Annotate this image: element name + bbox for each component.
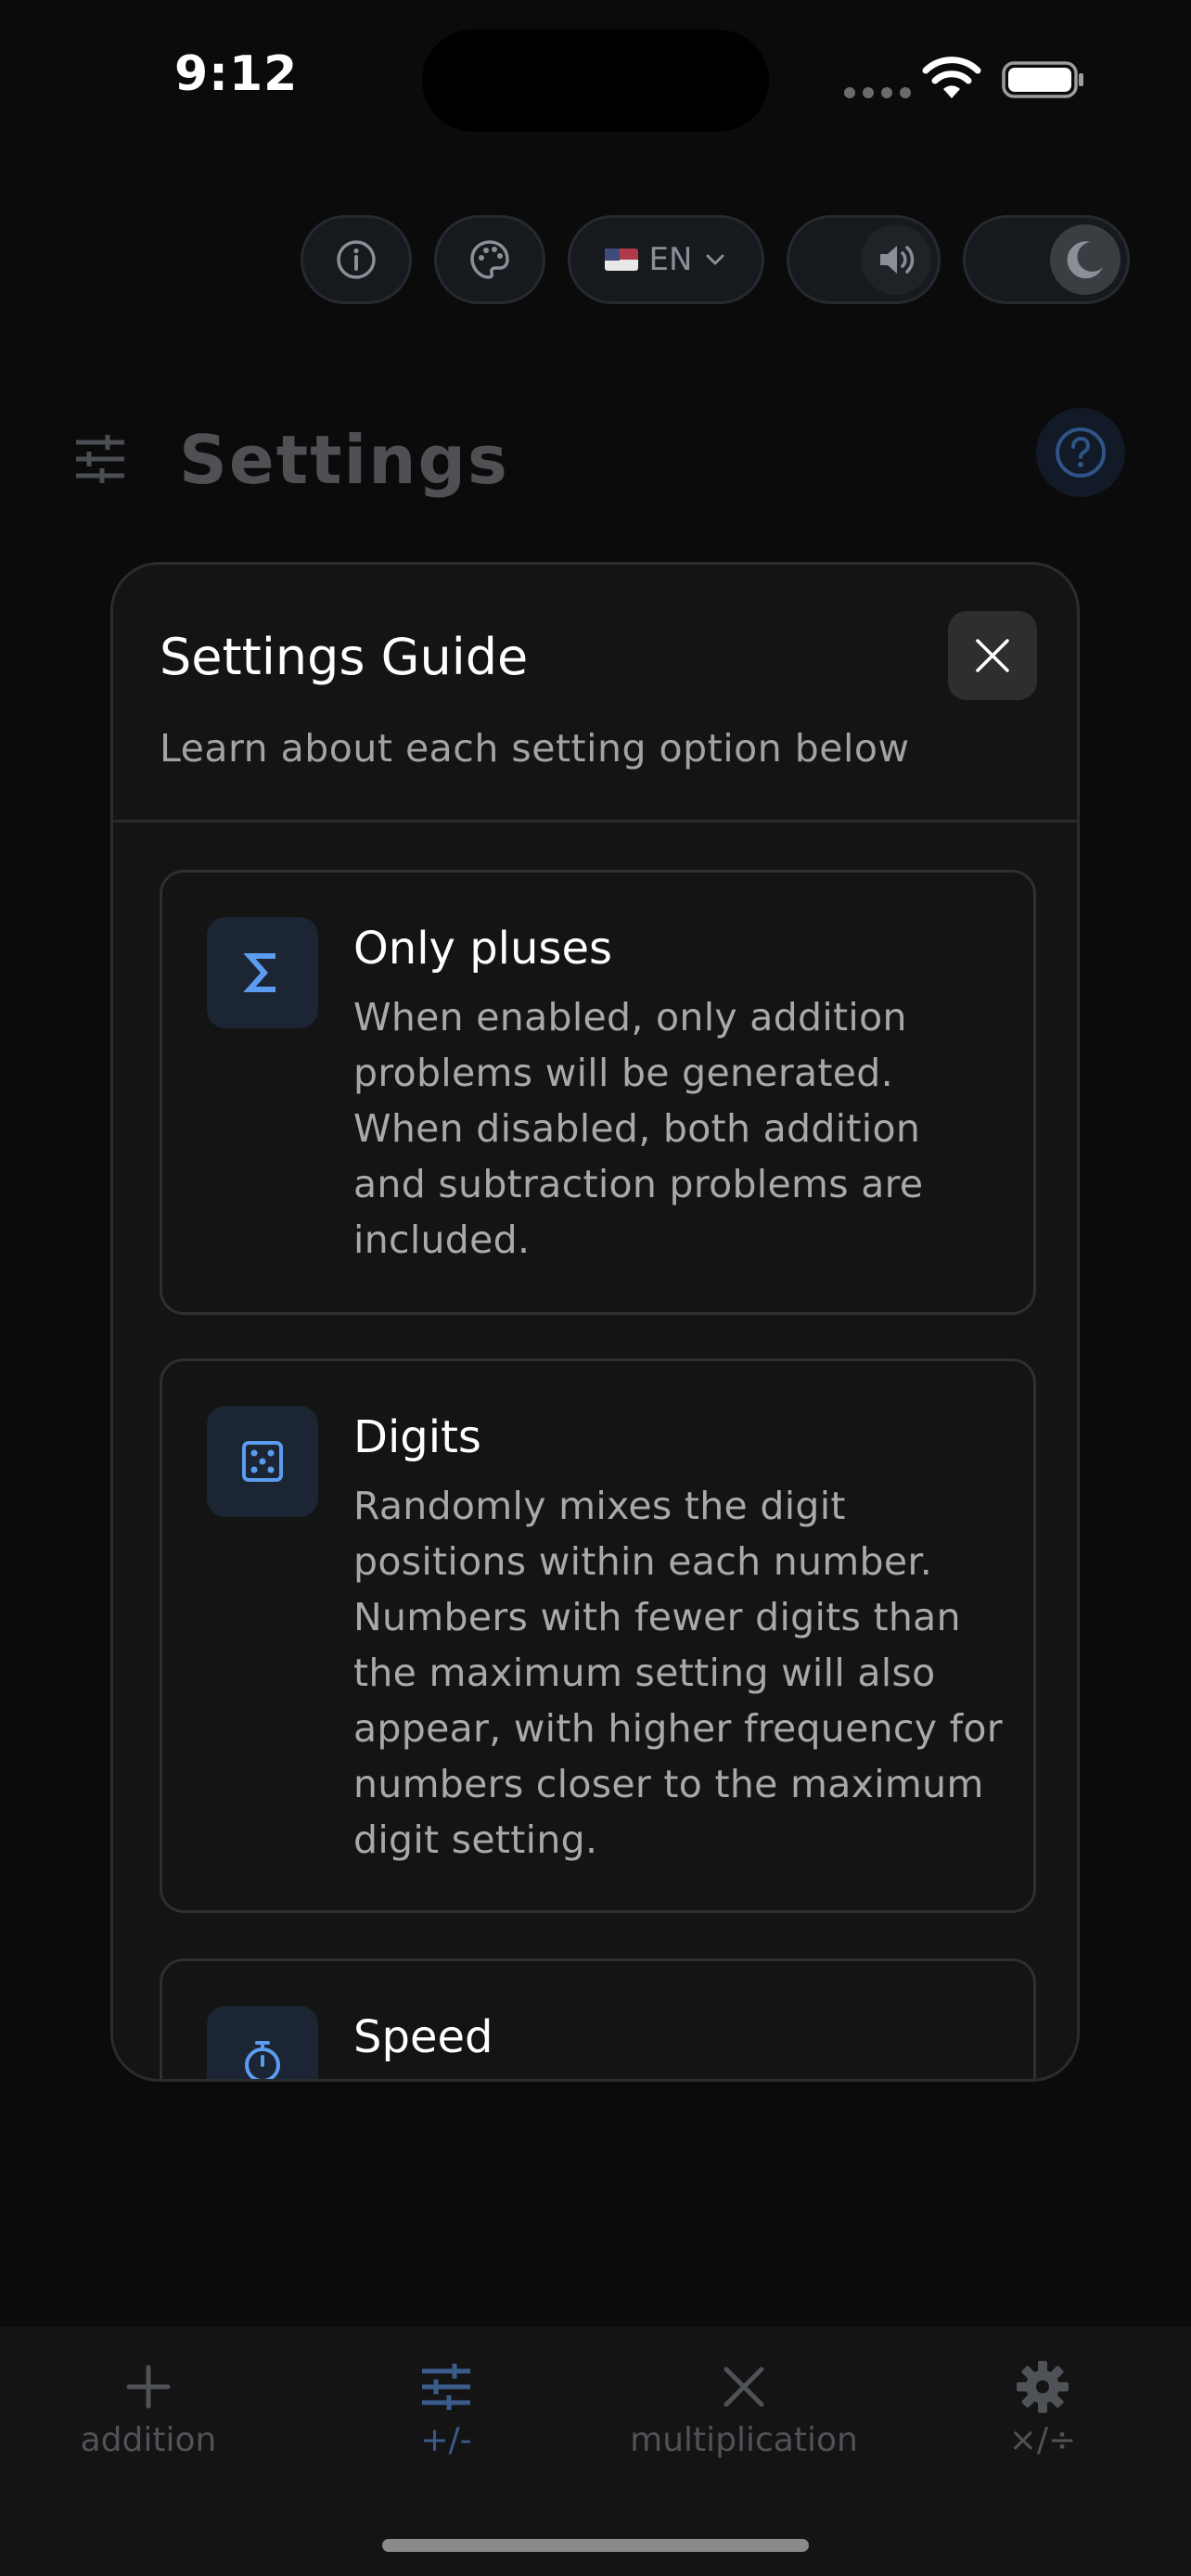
modal-title: Settings Guide: [160, 628, 529, 686]
guide-card-speed: Speed: [160, 1958, 1036, 2079]
sigma-icon: [207, 917, 318, 1028]
moon-icon: [1067, 241, 1103, 279]
cellular-signal-icon: [844, 87, 911, 98]
card-description: Randomly mixes the digit positions withi…: [353, 1484, 1003, 1862]
tab-multiply-divide[interactable]: ×/÷: [894, 2358, 1191, 2459]
us-flag-icon: [604, 249, 638, 271]
help-button[interactable]: [1036, 408, 1125, 497]
card-title: Speed: [353, 2011, 493, 2063]
sound-toggle-knob: [861, 224, 931, 295]
info-button[interactable]: [301, 215, 412, 304]
language-selector[interactable]: EN: [568, 215, 764, 304]
tab-addition[interactable]: addition: [0, 2358, 297, 2459]
card-title: Digits: [353, 1411, 481, 1463]
times-icon: [724, 2366, 764, 2407]
sound-toggle[interactable]: [787, 215, 941, 304]
card-description: When enabled, only addition problems wil…: [353, 995, 924, 1262]
settings-guide-modal: Settings Guide Learn about each setting …: [110, 562, 1080, 2082]
close-button[interactable]: [948, 611, 1037, 700]
info-icon: [337, 240, 376, 279]
dice-icon: [207, 1406, 318, 1517]
dark-mode-toggle[interactable]: [963, 215, 1130, 304]
sliders-icon: [76, 435, 124, 483]
page-title: Settings: [179, 421, 509, 499]
close-icon: [976, 639, 1009, 672]
battery-icon: [1002, 61, 1083, 98]
tab-label: multiplication: [630, 2421, 858, 2459]
tab-label: ×/÷: [1008, 2421, 1077, 2459]
plus-icon: [126, 2365, 171, 2409]
chevron-down-icon: [706, 254, 724, 265]
dynamic-island: [422, 30, 769, 132]
tab-label: addition: [80, 2421, 217, 2459]
palette-icon: [470, 240, 509, 279]
theme-palette-button[interactable]: [434, 215, 545, 304]
tab-multiplication[interactable]: multiplication: [596, 2358, 892, 2459]
page-header: Settings: [0, 408, 1191, 519]
dark-mode-toggle-knob: [1050, 224, 1121, 295]
card-title: Only pluses: [353, 923, 612, 975]
status-time: 9:12: [174, 46, 299, 102]
sliders-icon: [422, 2364, 470, 2410]
tab-plus-minus[interactable]: +/-: [298, 2358, 595, 2459]
gear-icon: [1017, 2361, 1069, 2413]
modal-subtitle: Learn about each setting option below: [160, 726, 910, 771]
tab-label: +/-: [420, 2421, 472, 2459]
language-code: EN: [648, 241, 693, 278]
stopwatch-icon: [207, 2006, 318, 2079]
guide-card-digits: Digits Randomly mixes the digit position…: [160, 1358, 1036, 1913]
guide-card-only-pluses: Only pluses When enabled, only addition …: [160, 870, 1036, 1315]
home-indicator: [382, 2539, 809, 2552]
question-circle-icon: [1056, 427, 1106, 478]
modal-header: Settings Guide Learn about each setting …: [113, 565, 1077, 823]
top-controls: EN: [0, 215, 1191, 304]
speaker-icon: [880, 246, 915, 274]
wifi-icon: [922, 57, 981, 98]
screen: 9:12 EN Settings Settings Guide Learn ab…: [0, 0, 1191, 2576]
